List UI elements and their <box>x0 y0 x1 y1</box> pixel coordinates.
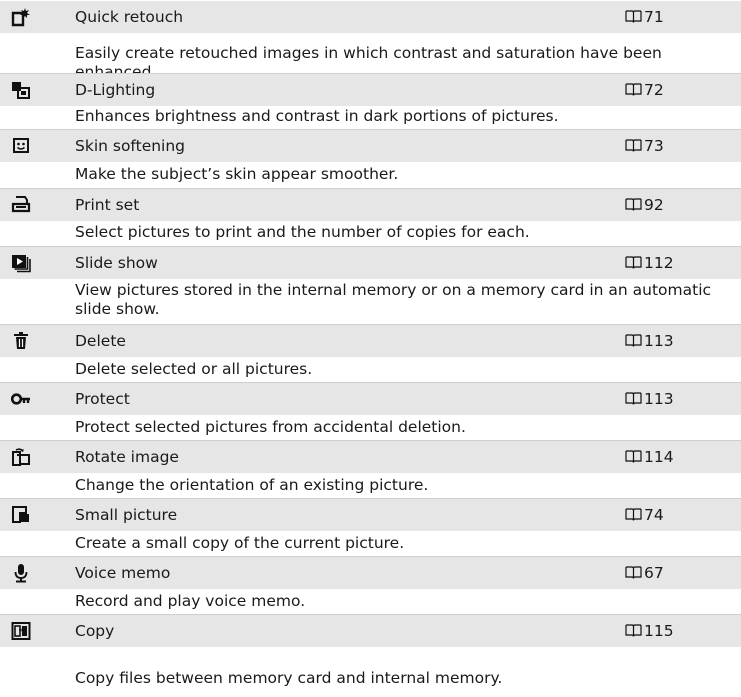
book-icon <box>625 624 642 637</box>
item-title: D-Lighting <box>75 81 156 99</box>
book-icon <box>625 83 642 96</box>
page-reference: 92 <box>625 189 664 222</box>
item-title: Small picture <box>75 506 178 524</box>
book-icon <box>625 508 642 521</box>
page-number: 67 <box>644 564 664 582</box>
item-description: Enhances brightness and contrast in dark… <box>75 107 559 125</box>
item-description: Delete selected or all pictures. <box>75 360 313 378</box>
item-title: Slide show <box>75 254 158 272</box>
item-title: Voice memo <box>75 564 171 582</box>
page-number: 72 <box>644 81 664 99</box>
item-title: Delete <box>75 332 126 350</box>
menu-row-voice-memo: Voice memo 67 <box>0 557 741 590</box>
page-number: 114 <box>644 448 674 466</box>
book-icon <box>625 139 642 152</box>
menu-row-skin-softening: Skin softening 73 <box>0 130 741 163</box>
page-reference: 67 <box>625 557 664 590</box>
page-reference: 73 <box>625 130 664 163</box>
page-reference: 71 <box>625 1 664 34</box>
page-number: 74 <box>644 506 664 524</box>
page-reference: 114 <box>625 441 674 474</box>
page-number: 71 <box>644 8 664 26</box>
slide-show-icon <box>10 253 32 273</box>
book-icon <box>625 198 642 211</box>
d-lighting-icon <box>10 80 32 100</box>
menu-row-rotate-image: Rotate image 114 <box>0 441 741 474</box>
item-description: Protect selected pictures from accidenta… <box>75 418 466 436</box>
quick-retouch-icon <box>10 7 32 27</box>
voice-memo-icon <box>10 563 32 583</box>
book-icon <box>625 334 642 347</box>
delete-icon <box>10 331 32 351</box>
menu-row-small-picture: Small picture 74 <box>0 499 741 532</box>
menu-row-slide-show: Slide show 112 <box>0 247 741 280</box>
menu-row-copy: Copy 115 <box>0 615 741 648</box>
item-description: Copy files between memory card and inter… <box>75 669 503 687</box>
menu-row-d-lighting: D-Lighting 72 <box>0 74 741 107</box>
menu-row-quick-retouch: Quick retouch 71 <box>0 1 741 34</box>
item-title: Protect <box>75 390 130 408</box>
item-description: Record and play voice memo. <box>75 592 306 610</box>
book-icon <box>625 450 642 463</box>
item-title: Skin softening <box>75 137 186 155</box>
page-number: 115 <box>644 622 674 640</box>
item-description: Create a small copy of the current pictu… <box>75 534 405 552</box>
page-reference: 112 <box>625 247 674 280</box>
book-icon <box>625 256 642 269</box>
book-icon <box>625 566 642 579</box>
print-set-icon <box>10 195 32 215</box>
page-reference: 115 <box>625 615 674 648</box>
copy-icon <box>10 621 32 641</box>
page-number: 113 <box>644 390 674 408</box>
page-reference: 113 <box>625 325 674 358</box>
menu-row-protect: Protect 113 <box>0 383 741 416</box>
item-description: Change the orientation of an existing pi… <box>75 476 429 494</box>
item-title: Quick retouch <box>75 8 184 26</box>
page-reference: 113 <box>625 383 674 416</box>
small-picture-icon <box>10 505 32 525</box>
menu-row-delete: Delete 113 <box>0 325 741 358</box>
item-description: Select pictures to print and the number … <box>75 223 530 241</box>
page-reference: 74 <box>625 499 664 532</box>
page-number: 92 <box>644 196 664 214</box>
item-description: Make the subject’s skin appear smoother. <box>75 165 399 183</box>
book-icon <box>625 10 642 23</box>
book-icon <box>625 392 642 405</box>
page-number: 112 <box>644 254 674 272</box>
skin-softening-icon <box>10 136 32 156</box>
menu-row-print-set: Print set 92 <box>0 189 741 222</box>
item-description: View pictures stored in the internal mem… <box>75 281 712 318</box>
rotate-image-icon <box>10 447 32 467</box>
protect-icon <box>10 389 32 409</box>
page-reference: 72 <box>625 74 664 107</box>
page-number: 73 <box>644 137 664 155</box>
item-title: Copy <box>75 622 115 640</box>
item-title: Print set <box>75 196 140 214</box>
page-number: 113 <box>644 332 674 350</box>
item-title: Rotate image <box>75 448 179 466</box>
